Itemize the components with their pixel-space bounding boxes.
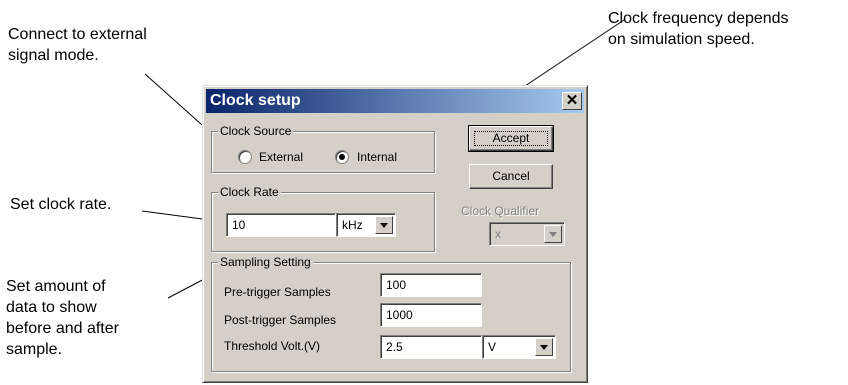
sampling-setting-legend: Sampling Setting (218, 255, 313, 269)
threshold-input[interactable]: 2.5 (380, 335, 482, 359)
radio-selected-dot (339, 154, 345, 160)
clock-source-legend: Clock Source (218, 124, 294, 138)
dialog-title: Clock setup (210, 92, 301, 109)
pre-trigger-input[interactable]: 100 (380, 273, 482, 297)
clock-rate-unit-select[interactable]: kHz (336, 213, 396, 237)
close-button[interactable]: ✕ (562, 92, 582, 110)
clock-qualifier-select: x (489, 222, 565, 246)
annotation-clock-frequency: Clock frequency depends on simulation sp… (608, 10, 789, 48)
chevron-down-icon[interactable] (375, 216, 393, 234)
internal-radio[interactable] (335, 150, 349, 164)
annotation-external-mode: Connect to external signal mode. (8, 26, 147, 64)
chevron-down-icon (544, 225, 562, 243)
threshold-label: Threshold Volt.(V) (224, 339, 321, 353)
clock-rate-unit-value: kHz (342, 218, 363, 232)
annotation-sampling: Set amount of data to show before and af… (6, 278, 119, 358)
clock-rate-group: Clock Rate 10 kHz (211, 185, 435, 252)
cancel-button[interactable]: Cancel (469, 164, 553, 189)
clock-rate-legend: Clock Rate (218, 185, 281, 199)
clock-rate-input[interactable]: 10 (226, 213, 336, 237)
internal-radio-label[interactable]: Internal (357, 150, 397, 164)
clock-qualifier-value: x (495, 227, 501, 241)
accept-button[interactable]: Accept (468, 125, 554, 152)
external-radio-label[interactable]: External (259, 150, 303, 164)
threshold-unit-select[interactable]: V (482, 335, 556, 359)
external-radio[interactable] (238, 150, 252, 164)
annotation-clock-rate: Set clock rate. (10, 196, 112, 213)
close-icon: ✕ (565, 92, 579, 109)
clock-qualifier-label: Clock Qualifier (461, 204, 540, 218)
cancel-button-label: Cancel (492, 169, 530, 183)
pre-trigger-label: Pre-trigger Samples (224, 285, 331, 299)
threshold-unit-value: V (488, 340, 497, 354)
focus-rectangle (474, 131, 548, 146)
sampling-setting-group: Sampling Setting Pre-trigger Samples 100… (211, 255, 571, 372)
clock-setup-dialog: Clock setup ✕ Clock Source External Inte… (202, 85, 588, 383)
post-trigger-label: Post-trigger Samples (224, 313, 337, 327)
clock-source-group: Clock Source External Internal (211, 124, 435, 173)
post-trigger-input[interactable]: 1000 (380, 303, 482, 327)
title-bar[interactable]: Clock setup ✕ (206, 89, 584, 113)
chevron-down-icon[interactable] (535, 338, 553, 356)
